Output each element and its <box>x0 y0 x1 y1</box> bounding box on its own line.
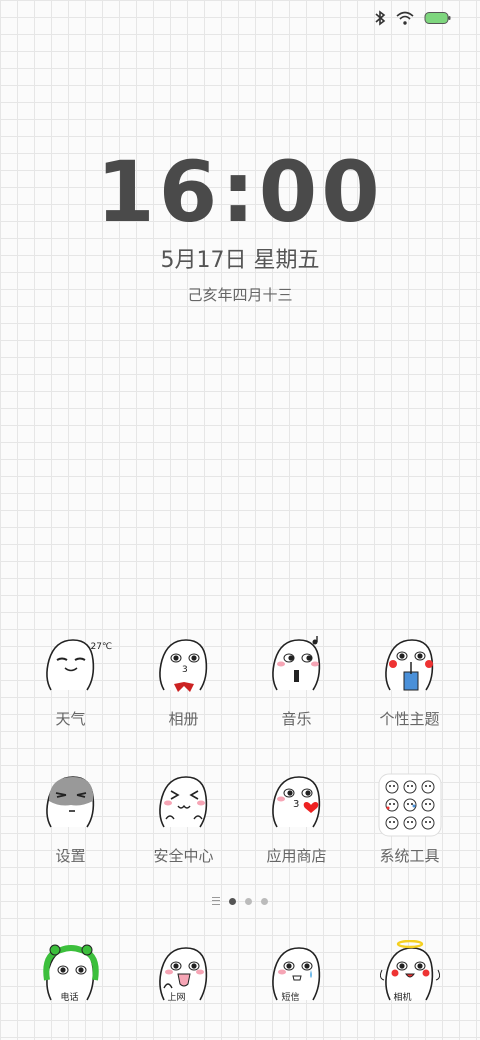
folder-icon <box>378 773 442 837</box>
browser-icon: 上网 <box>154 940 214 1003</box>
app-label: 应用商店 <box>266 847 327 865</box>
messages-icon: 短信 <box>267 940 327 1003</box>
lunar-date: 己亥年四月十三 <box>187 286 293 304</box>
app-settings[interactable]: 设置 <box>14 773 127 866</box>
app-music[interactable]: 音乐 <box>240 633 353 729</box>
app-row-1: 27℃ 天气 3 相册 音乐 个性主题 <box>14 633 480 729</box>
clock-widget[interactable]: 16:00 5月17日 星期五 己亥年四月十三 <box>0 150 480 305</box>
app-weather[interactable]: 27℃ 天气 <box>14 636 127 729</box>
music-icon <box>267 633 327 696</box>
settings-icon <box>41 773 101 833</box>
app-label: 系统工具 <box>379 847 440 865</box>
page-indicator[interactable] <box>0 897 480 905</box>
app-label: 相册 <box>168 710 199 728</box>
svg-text:3: 3 <box>293 799 299 810</box>
wifi-icon <box>396 11 414 25</box>
minus-one-screen-icon[interactable] <box>212 897 220 905</box>
weather-icon: 27℃ <box>41 636 112 696</box>
app-store[interactable]: 3 应用商店 <box>240 773 353 866</box>
status-bar <box>374 10 452 26</box>
clock-time: 16:00 <box>96 143 384 241</box>
messages-label: 短信 <box>281 993 300 1003</box>
phone-icon: 电话 <box>41 940 101 1003</box>
weather-temp: 27℃ <box>90 642 113 652</box>
security-icon <box>154 773 214 833</box>
clock-date: 5月17日 星期五 <box>160 248 320 273</box>
dock-phone[interactable]: 电话 <box>14 940 127 1003</box>
app-gallery[interactable]: 3 相册 <box>127 636 240 729</box>
camera-icon: 相机 <box>379 939 440 1003</box>
dock-browser[interactable]: 上网 <box>127 940 240 1003</box>
app-themes[interactable]: 个性主题 <box>353 636 466 729</box>
page-dot-active[interactable] <box>229 897 236 905</box>
app-label: 设置 <box>55 847 86 865</box>
app-row-2: 设置 安全中心 3 应用商店 系统工具 <box>14 773 480 866</box>
dock-camera[interactable]: 相机 <box>353 939 466 1003</box>
gallery-icon: 3 <box>154 636 214 696</box>
battery-icon <box>424 12 451 24</box>
app-label: 音乐 <box>281 710 312 728</box>
themes-icon <box>380 636 440 696</box>
svg-text:3: 3 <box>182 665 188 675</box>
app-label: 安全中心 <box>153 847 214 865</box>
dock: 电话 上网 短信 相机 <box>14 939 480 1003</box>
browser-label: 上网 <box>167 993 186 1003</box>
app-security[interactable]: 安全中心 <box>127 773 240 866</box>
bluetooth-icon <box>375 10 386 26</box>
app-system-tools[interactable]: 系统工具 <box>353 773 466 866</box>
app-label: 个性主题 <box>379 710 440 728</box>
app-label: 天气 <box>55 710 86 728</box>
page-dot[interactable] <box>261 897 268 905</box>
dock-messages[interactable]: 短信 <box>240 940 353 1003</box>
store-icon: 3 <box>267 773 327 833</box>
page-dot[interactable] <box>245 897 252 905</box>
camera-label: 相机 <box>393 993 412 1003</box>
phone-label: 电话 <box>60 993 79 1003</box>
